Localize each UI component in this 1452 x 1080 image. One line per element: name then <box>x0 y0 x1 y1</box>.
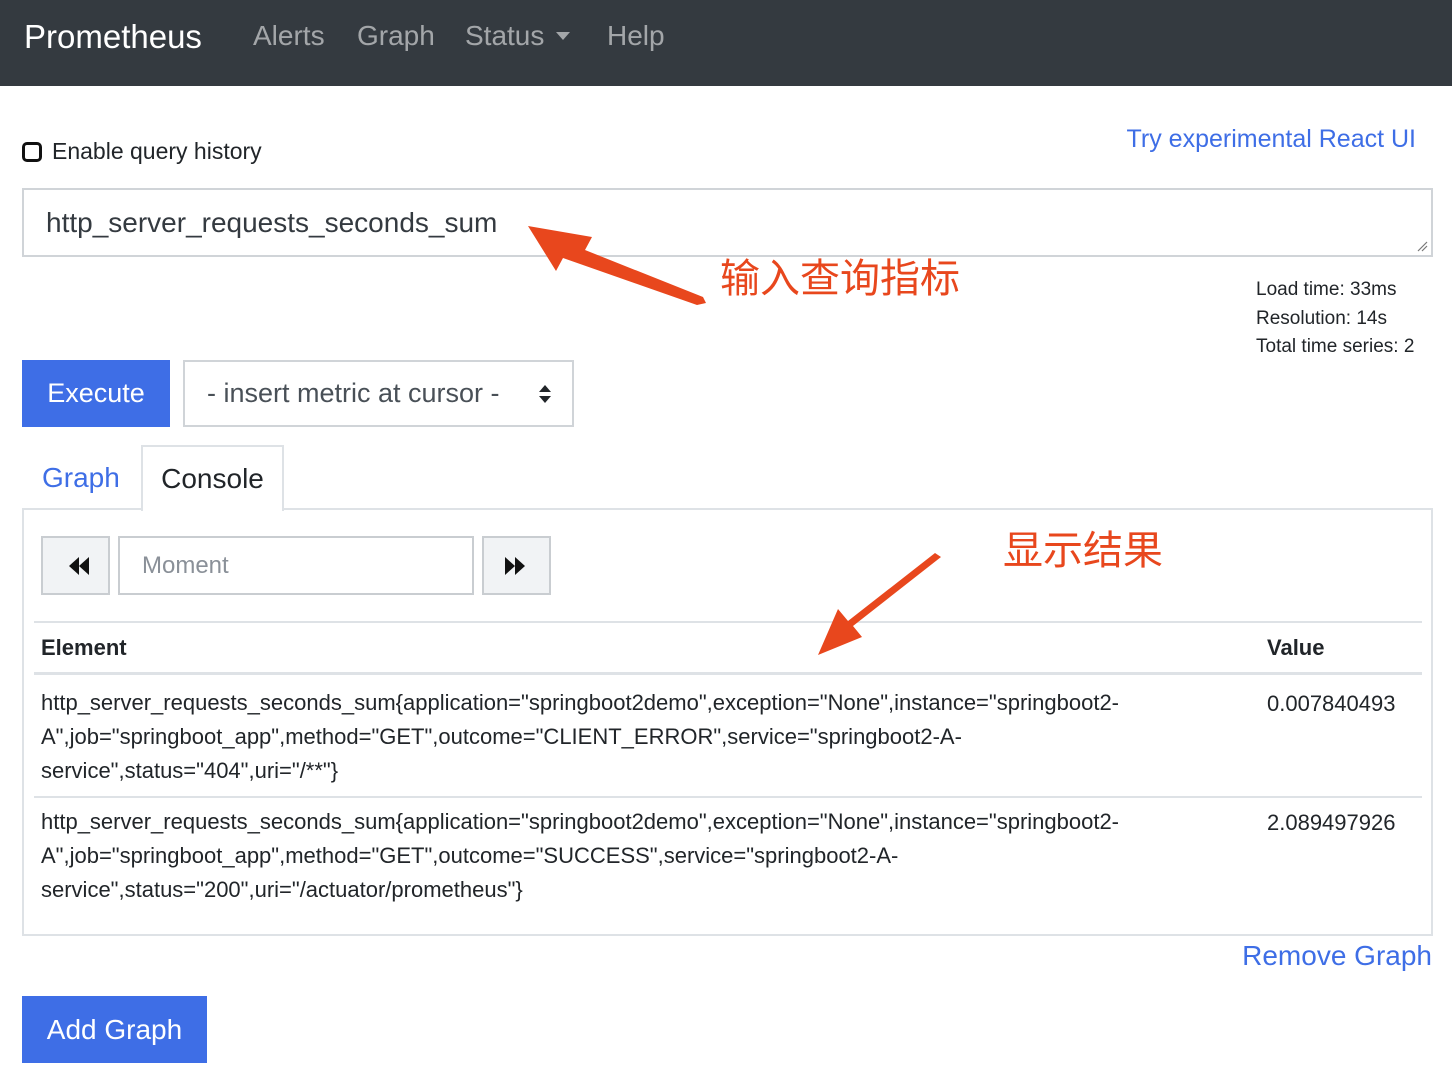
moment-input[interactable]: Moment <box>118 536 474 595</box>
nav-status[interactable]: Status <box>465 20 571 52</box>
query-stats: Load time: 33ms Resolution: 14s Total ti… <box>1256 276 1414 362</box>
resolution: Resolution: 14s <box>1256 307 1387 329</box>
tab-graph[interactable]: Graph <box>42 462 120 494</box>
table-row-element: http_server_requests_seconds_sum{applica… <box>41 690 1120 783</box>
table-row-divider <box>34 796 1422 798</box>
table-row-element: http_server_requests_seconds_sum{applica… <box>41 809 1120 902</box>
caret-down-icon <box>556 32 571 40</box>
remove-graph-link[interactable]: Remove Graph <box>1242 940 1432 972</box>
insert-metric-select[interactable]: - insert metric at cursor - <box>183 360 574 427</box>
tab-console[interactable]: Console <box>141 445 284 511</box>
total-time-series: Total time series: 2 <box>1256 336 1415 357</box>
add-graph-button[interactable]: Add Graph <box>22 996 207 1063</box>
brand-link[interactable]: Prometheus <box>24 18 202 56</box>
load-time: Load time: 33ms <box>1256 279 1397 300</box>
nav-alerts[interactable]: Alerts <box>253 20 325 52</box>
nav-graph[interactable]: Graph <box>357 20 435 52</box>
table-row-value: 2.089497926 <box>1267 810 1396 835</box>
nav-help[interactable]: Help <box>607 20 665 52</box>
column-header-value: Value <box>1267 635 1325 660</box>
resize-handle-icon[interactable] <box>1416 240 1428 252</box>
time-forward-button[interactable] <box>482 536 551 595</box>
execute-button[interactable]: Execute <box>22 360 170 427</box>
annotation-result-hint: 显示结果 <box>1003 528 1163 574</box>
nav-status-label: Status <box>465 20 545 51</box>
fast-backward-icon <box>69 557 89 575</box>
query-history-option[interactable]: Enable query history <box>22 138 262 165</box>
query-history-checkbox[interactable] <box>22 141 42 162</box>
column-header-element: Element <box>41 635 127 660</box>
annotation-query-hint: 输入查询指标 <box>720 256 960 302</box>
navbar: Prometheus Alerts Graph Status Help <box>0 0 1452 86</box>
table-row-value: 0.007840493 <box>1267 691 1396 716</box>
expression-text: http_server_requests_seconds_sum <box>46 207 498 238</box>
time-back-button[interactable] <box>41 536 110 595</box>
table-header-border <box>34 672 1422 675</box>
fast-forward-icon <box>505 557 525 575</box>
react-ui-link[interactable]: Try experimental React UI <box>1127 125 1416 154</box>
table-top-border <box>34 621 1422 623</box>
select-arrows-icon <box>539 385 551 403</box>
query-history-label: Enable query history <box>52 138 262 164</box>
insert-metric-select-value: - insert metric at cursor - <box>207 378 500 408</box>
